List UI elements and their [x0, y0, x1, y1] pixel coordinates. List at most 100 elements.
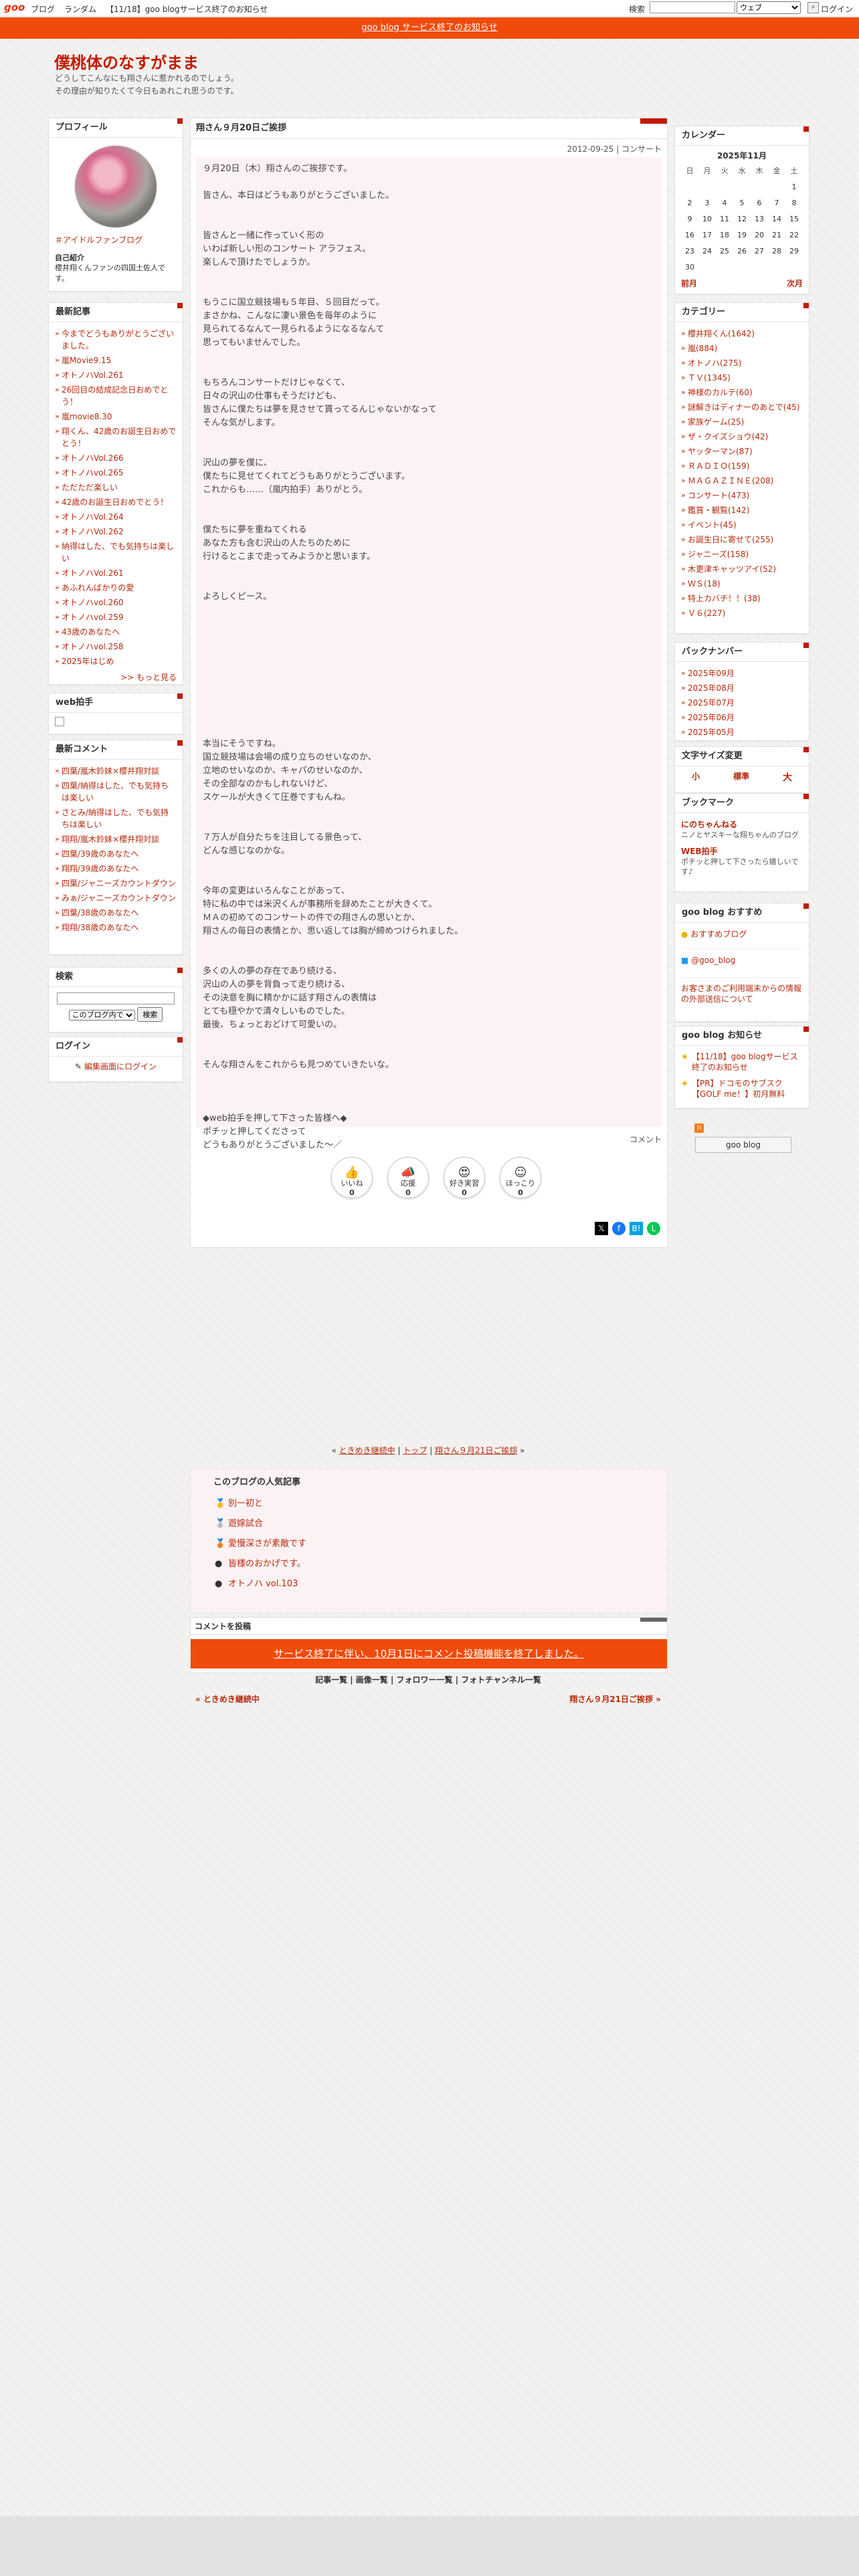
popular-link[interactable]: 愛慢深さが素敵です — [228, 1539, 306, 1549]
category-item-link[interactable]: 嵐(884) — [688, 344, 717, 353]
calendar-day[interactable]: 20 — [751, 227, 768, 243]
category-item-link[interactable]: 家族ゲーム(25) — [688, 417, 744, 427]
popular-link[interactable]: 別一初と — [228, 1499, 263, 1509]
oshirase-link-1[interactable]: 【11/18】goo blogサービス終了のお知らせ — [692, 1052, 798, 1072]
calendar-day[interactable]: 3 — [698, 195, 716, 211]
calendar-day[interactable]: 11 — [716, 211, 733, 227]
font-medium-button[interactable]: 標準 — [733, 770, 749, 784]
blog-search-input[interactable] — [57, 992, 175, 1004]
edit-login-link[interactable]: 編集画面にログイン — [84, 1062, 157, 1071]
recent-post-item-link[interactable]: あふれんばかりの愛 — [62, 583, 134, 593]
calendar-day[interactable]: 18 — [716, 227, 733, 243]
entry-title[interactable]: 翔さん９月20日ご挨拶 — [191, 118, 667, 139]
recent-post-item-link[interactable]: 2025年はじめ — [62, 657, 114, 666]
comment-closed-notice[interactable]: サービス終了に伴い、10月1日にコメント投稿機能を終了しました。 — [191, 1639, 667, 1669]
calendar-day[interactable]: 19 — [733, 227, 751, 243]
category-item-link[interactable]: 鑑賞・観覧(142) — [688, 506, 749, 515]
recent-post-item-link[interactable]: 嵐Movie9.15 — [62, 356, 111, 365]
calendar-day[interactable]: 21 — [768, 227, 785, 243]
category-item-link[interactable]: お誕生日に寄せて(255) — [688, 535, 773, 544]
recent-post-item-link[interactable]: オトノハvol.260 — [62, 598, 124, 607]
recent-post-item-link[interactable]: 43歳のあなたへ — [62, 627, 120, 637]
calendar-day[interactable]: 7 — [768, 195, 785, 211]
blog-title[interactable]: 僕桃体のなすがまま — [54, 49, 199, 73]
recent-comment-item-link[interactable]: 翔翔/38歳のあなたへ — [62, 923, 138, 932]
top-link-notice[interactable]: 【11/18】goo blogサービス終了のお知らせ — [106, 3, 268, 15]
goo-blog-badge[interactable]: goo blog — [695, 1137, 791, 1153]
calendar-day[interactable]: 15 — [785, 211, 803, 227]
recent-comment-item-link[interactable]: 四葉/38歳のあなたへ — [62, 908, 138, 918]
category-item-link[interactable]: ＴＶ(1345) — [688, 373, 731, 383]
calendar-day[interactable]: 9 — [681, 211, 698, 227]
calendar-day[interactable]: 28 — [768, 243, 785, 259]
calendar-day[interactable]: 12 — [733, 211, 751, 227]
recent-post-item-link[interactable]: オトノハVol.261 — [62, 370, 124, 380]
backnumber-item-link[interactable]: 2025年05月 — [688, 728, 735, 737]
service-end-link[interactable]: goo blog サービス終了のお知らせ — [361, 23, 497, 33]
calendar-day[interactable]: 24 — [698, 243, 716, 259]
facebook-share-icon[interactable]: f — [612, 1222, 626, 1235]
backnumber-item-link[interactable]: 2025年08月 — [688, 683, 735, 693]
category-item-link[interactable]: 特上カバチ！！(38) — [688, 594, 761, 603]
popular-link[interactable]: オトノハ vol.103 — [228, 1579, 298, 1589]
category-item-link[interactable]: ＲＡＤＩＯ(159) — [688, 461, 749, 471]
recent-post-item-link[interactable]: ただただ楽しい — [62, 483, 118, 492]
recent-post-item-link[interactable]: オトノハVol.262 — [62, 527, 124, 536]
popular-link[interactable]: 皆様のおかげです。 — [228, 1559, 306, 1569]
prev-entry-link[interactable]: « ときめき継続中 — [195, 1693, 260, 1705]
reaction-button[interactable]: 👍 いいね 0 — [331, 1157, 373, 1198]
category-item-link[interactable]: ヤッターマン(87) — [688, 447, 753, 456]
recent-comment-item-link[interactable]: 四葉/嵐木鈴妹×櫻井翔対談 — [62, 766, 159, 776]
nav-top-link[interactable]: トップ — [403, 1446, 427, 1455]
category-item-link[interactable]: ザ・クイズショウ(42) — [688, 432, 768, 441]
bookmark-title[interactable]: にのちゃんねる — [681, 819, 803, 830]
recent-comment-item-link[interactable]: 四葉/39歳のあなたへ — [62, 849, 138, 859]
calendar-day[interactable]: 5 — [733, 195, 751, 211]
top-link-blog[interactable]: ブログ — [31, 3, 55, 15]
calendar-day[interactable]: 23 — [681, 243, 698, 259]
top-login-link[interactable]: ログイン — [821, 3, 853, 15]
backnumber-item-link[interactable]: 2025年09月 — [688, 669, 735, 678]
entry-category[interactable]: コンサート — [622, 144, 662, 154]
category-item-link[interactable]: 櫻井翔くん(1642) — [688, 329, 755, 338]
calendar-day[interactable]: 4 — [716, 195, 733, 211]
calendar-day[interactable]: 8 — [785, 195, 803, 211]
recent-comment-item-link[interactable]: 翔翔/嵐木鈴妹×櫻井翔対談 — [62, 835, 159, 844]
rss-icon[interactable]: )) — [694, 1123, 704, 1133]
nav-next-link[interactable]: 翔さん９月21日ご挨拶 — [435, 1446, 517, 1455]
recent-comment-item-link[interactable]: さとみ/納得はした、でも気持ちは楽しい — [62, 808, 169, 829]
top-search-input[interactable] — [650, 1, 735, 13]
popular-link[interactable]: 遊嫁試合 — [228, 1519, 263, 1529]
recent-comment-item-link[interactable]: みぁ/ジャニーズカウントダウン — [62, 893, 176, 903]
recent-post-item-link[interactable]: オトノハVol.266 — [62, 453, 124, 463]
nav-prev-link[interactable]: ときめき継続中 — [339, 1446, 395, 1455]
more-posts-link[interactable]: >> もっと見る — [120, 673, 177, 682]
recent-comment-item-link[interactable]: 翔翔/39歳のあなたへ — [62, 864, 138, 873]
oshirase-link-2[interactable]: 【PR】ドコモのサブスク【GOLF me！】初月無料 — [692, 1079, 785, 1099]
reaction-button[interactable]: 😍 好き実習 0 — [444, 1157, 485, 1198]
category-item-link[interactable]: ジャニーズ(158) — [688, 550, 749, 559]
recent-post-item-link[interactable]: 42歳のお誕生日おめでとう！ — [62, 498, 168, 507]
webclap-image-icon[interactable] — [55, 717, 64, 726]
osusume-blog-link[interactable]: おすすめブログ — [690, 930, 747, 939]
calendar-day[interactable]: 26 — [733, 243, 751, 259]
font-small-button[interactable]: 小 — [692, 770, 700, 784]
calendar-next-link[interactable]: 次月 — [787, 278, 803, 289]
reaction-button[interactable]: ☺ ほっこり 0 — [500, 1157, 541, 1198]
bottom-links[interactable]: 記事一覧 | 画像一覧 | フォロワー一覧 | フォトチャンネル一覧 — [190, 1673, 666, 1687]
calendar-prev-link[interactable]: 前月 — [681, 278, 697, 289]
recent-comment-item-link[interactable]: 四葉/納得はした、でも気持ちは楽しい — [62, 781, 169, 802]
recent-post-item-link[interactable]: 納得はした、でも気持ちは楽しい — [62, 542, 174, 563]
external-send-link[interactable]: お客さまのご利用端末からの情報の外部送信について — [681, 984, 801, 1004]
recent-post-item-link[interactable]: 26回目の結成記念日おめでとう！ — [62, 385, 168, 407]
calendar-day[interactable]: 22 — [785, 227, 803, 243]
blog-search-scope[interactable]: このブログ内で — [68, 1010, 135, 1021]
recent-post-item-link[interactable]: オトノハvol.265 — [62, 468, 124, 477]
recent-post-item-link[interactable]: 嵐movie8.30 — [62, 412, 112, 421]
line-share-icon[interactable]: L — [647, 1222, 660, 1235]
category-item-link[interactable]: イベント(45) — [688, 520, 737, 530]
category-item-link[interactable]: 木更津キャッツアイ(52) — [688, 564, 776, 574]
top-link-random[interactable]: ランダム — [64, 3, 96, 15]
calendar-day[interactable]: 13 — [751, 211, 768, 227]
category-item-link[interactable]: Ｖ６(227) — [688, 609, 725, 618]
